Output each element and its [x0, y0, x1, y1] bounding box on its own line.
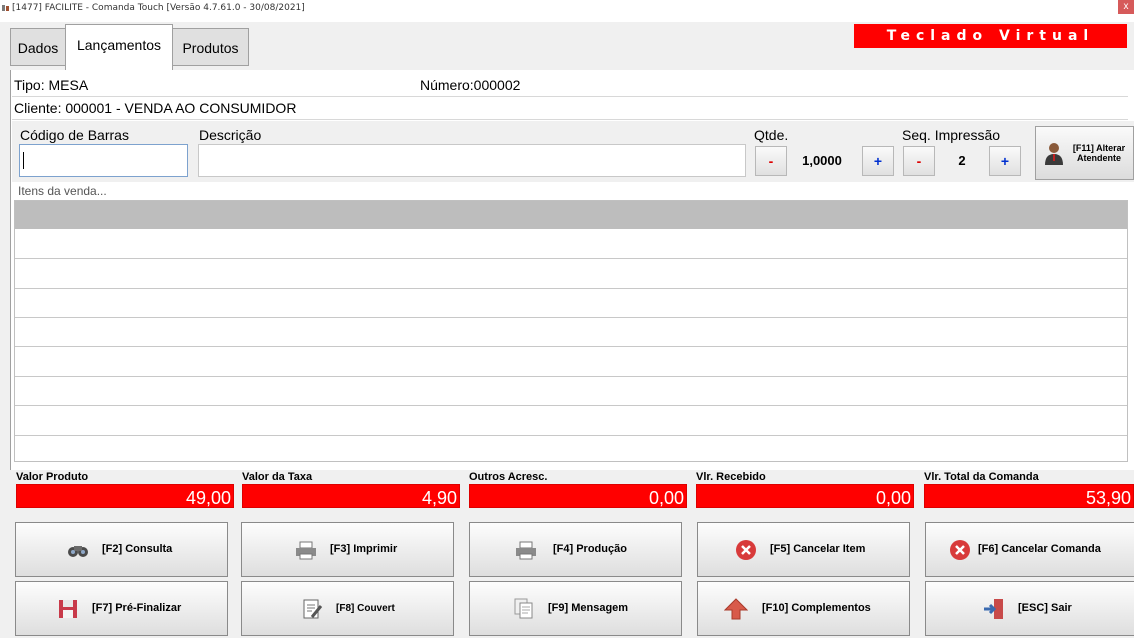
seq-impressao-label: Seq. Impressão — [902, 127, 1001, 143]
producao-button[interactable]: [F4] Produção — [469, 522, 682, 577]
qtde-value[interactable]: 1,0000 — [792, 153, 852, 168]
total-value: 0,00 — [469, 484, 687, 508]
cancelar-comanda-button[interactable]: [F6] Cancelar Comanda — [925, 522, 1134, 577]
codigo-barras-input[interactable] — [19, 144, 188, 177]
grid-row-line — [15, 317, 1127, 318]
codigo-barras-label: Código de Barras — [20, 127, 129, 143]
grid-row-line — [15, 258, 1127, 259]
window-title: [1477] FACILITE - Comanda Touch [Versão … — [12, 3, 305, 13]
alterar-atendente-label: [F11] Alterar Atendente — [1072, 143, 1126, 163]
couvert-button[interactable]: [F8] Couvert — [241, 581, 454, 636]
producao-label: [F4] Produção — [553, 543, 627, 555]
total-value: 53,90 — [924, 484, 1134, 508]
total-label: Vlr. Total da Comanda — [924, 471, 1039, 483]
total-vlr-recebido: Vlr. Recebido 0,00 — [696, 470, 914, 508]
sair-label: [ESC] Sair — [1018, 602, 1072, 614]
teclado-virtual-button[interactable]: Teclado Virtual — [854, 24, 1127, 48]
grid-row-line — [15, 376, 1127, 377]
total-value: 4,90 — [242, 484, 460, 508]
items-grid[interactable] — [14, 200, 1128, 462]
printer-icon — [516, 541, 536, 560]
seq-increase-button[interactable]: + — [989, 146, 1021, 176]
sair-button[interactable]: [ESC] Sair — [925, 581, 1134, 636]
total-valor-taxa: Valor da Taxa 4,90 — [242, 470, 460, 508]
grid-row-line — [15, 346, 1127, 347]
total-label: Vlr. Recebido — [696, 471, 766, 483]
pre-finalizar-label: [F7] Pré-Finalizar — [92, 602, 182, 614]
total-label: Valor Produto — [16, 471, 89, 483]
total-label: Outros Acresc. — [469, 471, 548, 483]
mensagem-button[interactable]: [F9] Mensagem — [469, 581, 682, 636]
seq-value[interactable]: 2 — [944, 153, 980, 168]
cliente-label: Cliente: 000001 - VENDA AO CONSUMIDOR — [14, 100, 297, 116]
tab-produtos[interactable]: Produtos — [172, 28, 249, 66]
qtde-increase-button[interactable]: + — [862, 146, 894, 176]
text-cursor — [23, 152, 24, 169]
complementos-button[interactable]: [F10] Complementos — [697, 581, 910, 636]
close-window-button[interactable]: x — [1118, 0, 1134, 14]
total-value: 49,00 — [16, 484, 234, 508]
numero-label: Número:000002 — [420, 77, 521, 93]
alterar-atendente-button[interactable]: [F11] Alterar Atendente — [1035, 126, 1134, 180]
total-outros-acresc: Outros Acresc. 0,00 — [469, 470, 687, 508]
tab-dados[interactable]: Dados — [10, 28, 66, 66]
itens-venda-label: Itens da venda... — [18, 184, 107, 198]
app-icon — [2, 5, 9, 11]
total-value: 0,00 — [696, 484, 914, 508]
descricao-label: Descrição — [199, 127, 262, 143]
consulta-label: [F2] Consulta — [102, 543, 173, 555]
consulta-button[interactable]: [F2] Consulta — [15, 522, 228, 577]
grid-row-line — [15, 288, 1127, 289]
grid-row-line — [15, 435, 1127, 436]
grid-row-line — [15, 405, 1127, 406]
cancel-icon — [736, 540, 756, 560]
divider — [12, 119, 1128, 120]
totals-bar: Valor Produto 49,00 Valor da Taxa 4,90 O… — [10, 470, 1134, 512]
cancel-icon — [950, 540, 970, 560]
printer-icon — [296, 541, 316, 560]
seq-decrease-button[interactable]: - — [903, 146, 935, 176]
exit-door-icon — [984, 599, 1003, 619]
qtde-label: Qtde. — [754, 127, 789, 143]
imprimir-button[interactable]: [F3] Imprimir — [241, 522, 454, 577]
grid-header — [15, 201, 1127, 229]
divider — [12, 96, 1128, 97]
complementos-label: [F10] Complementos — [762, 602, 871, 614]
tipo-label: Tipo: MESA — [14, 77, 89, 93]
descricao-input[interactable] — [198, 144, 746, 177]
total-comanda: Vlr. Total da Comanda 53,90 — [924, 470, 1134, 508]
cancelar-item-label: [F5] Cancelar Item — [770, 543, 866, 555]
tab-lancamentos[interactable]: Lançamentos — [65, 24, 173, 70]
couvert-label: [F8] Couvert — [336, 603, 395, 614]
imprimir-label: [F3] Imprimir — [330, 543, 398, 555]
attendant-icon — [1045, 143, 1063, 165]
pre-finalizar-button[interactable]: [F7] Pré-Finalizar — [15, 581, 228, 636]
binoculars-icon — [68, 546, 88, 557]
title-bar: [1477] FACILITE - Comanda Touch [Versão … — [0, 0, 1134, 22]
edit-note-icon — [303, 599, 323, 619]
cancelar-comanda-label: [F6] Cancelar Comanda — [978, 543, 1101, 555]
qtde-decrease-button[interactable]: - — [755, 146, 787, 176]
total-valor-produto: Valor Produto 49,00 — [16, 470, 234, 508]
cancelar-item-button[interactable]: [F5] Cancelar Item — [697, 522, 910, 577]
floppy-icon — [59, 600, 77, 618]
documents-icon — [514, 598, 533, 619]
mensagem-label: [F9] Mensagem — [548, 602, 629, 614]
arrow-up-icon — [724, 598, 748, 620]
total-label: Valor da Taxa — [242, 471, 313, 483]
